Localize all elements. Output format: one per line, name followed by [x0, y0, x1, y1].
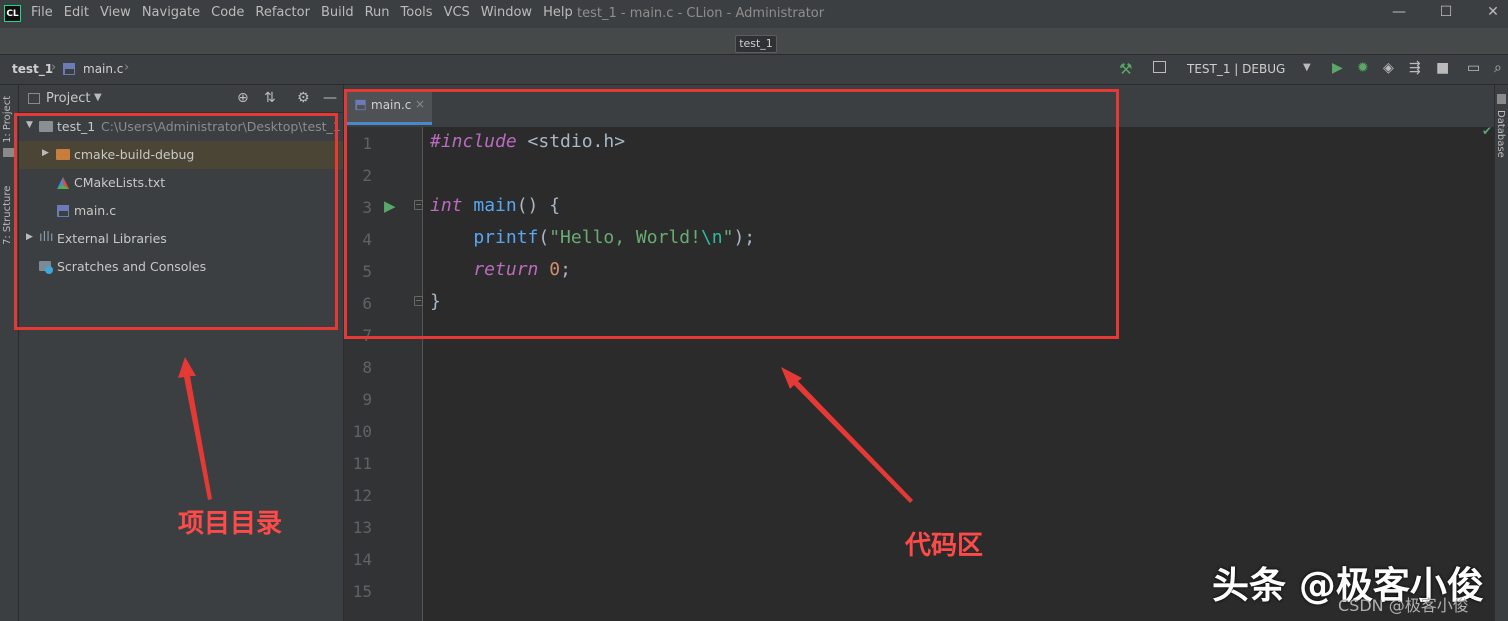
annotation-label-project: 项目目录 [178, 509, 283, 539]
arrow-to-project-icon [178, 357, 212, 500]
annotation-label-code: 代码区 [905, 531, 984, 561]
watermark-csdn: CSDN @极客小俊 [1338, 596, 1469, 615]
arrow-to-code-icon [781, 367, 913, 503]
